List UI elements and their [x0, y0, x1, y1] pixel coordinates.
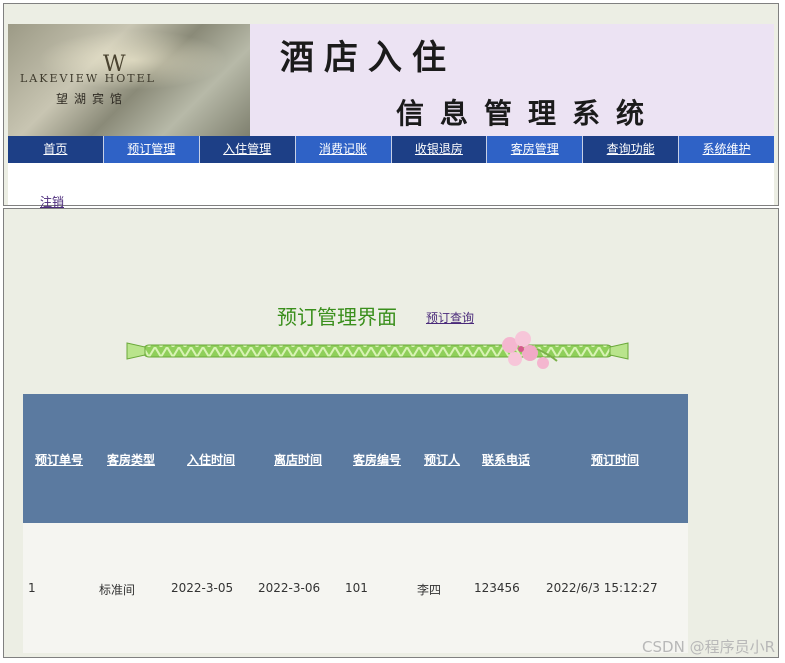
system-title-line2: 信息管理系统 — [396, 97, 661, 130]
nav-subbar: 注销 — [8, 163, 774, 209]
header-reservation-id[interactable]: 预订单号 — [35, 451, 83, 468]
main-frame: 预订管理界面 预订查询 预订单号 客房类型 入住时间 离店时间 客房编号 预订人… — [3, 208, 779, 658]
cell-checkout-time: 2022-3-06 — [258, 581, 321, 595]
hotel-photo: W LAKEVIEW HOTEL 望湖宾馆 — [8, 24, 250, 136]
cell-reservation-id: 1 — [28, 581, 36, 595]
cell-phone: 123456 — [474, 581, 520, 595]
nav-reservation[interactable]: 预订管理 — [103, 136, 200, 163]
hotel-logo-cn: 望湖宾馆 — [56, 92, 129, 106]
system-title-panel: 酒店入住 信息管理系统 — [250, 24, 774, 136]
nav-query[interactable]: 查询功能 — [583, 136, 680, 163]
header-room-number[interactable]: 客房编号 — [353, 451, 401, 468]
top-frame: W LAKEVIEW HOTEL 望湖宾馆 酒店入住 信息管理系统 首页 预订管… — [3, 3, 779, 209]
cell-room-number: 101 — [345, 581, 368, 595]
hotel-logo-en: LAKEVIEW HOTEL — [20, 72, 156, 85]
cell-checkin-time: 2022-3-05 — [171, 581, 234, 595]
header-checkin-time[interactable]: 入住时间 — [187, 451, 235, 468]
watermark: CSDN @程序员小R — [642, 638, 775, 656]
system-title-line1: 酒店入住 — [280, 38, 456, 78]
nav-rooms[interactable]: 客房管理 — [487, 136, 584, 163]
table-header: 预订单号 客房类型 入住时间 离店时间 客房编号 预订人 联系电话 预订时间 — [23, 394, 688, 523]
header-checkout-time[interactable]: 离店时间 — [274, 451, 322, 468]
decorative-divider — [126, 331, 629, 369]
cell-room-type: 标准间 — [99, 583, 136, 597]
header-phone[interactable]: 联系电话 — [482, 451, 530, 468]
reservation-query-link[interactable]: 预订查询 — [426, 309, 474, 326]
nav-consumption[interactable]: 消费记账 — [295, 136, 392, 163]
header-reservation-time[interactable]: 预订时间 — [591, 451, 639, 468]
nav-checkout[interactable]: 收银退房 — [391, 136, 488, 163]
nav-home[interactable]: 首页 — [8, 136, 104, 163]
header-room-type[interactable]: 客房类型 — [107, 451, 155, 468]
cell-guest: 李四 — [417, 583, 442, 597]
main-nav: 首页 预订管理 入住管理 消费记账 收银退房 客房管理 查询功能 系统维护 — [8, 136, 774, 163]
table-row: 1 标准间 2022-3-05 2022-3-06 101 李四 123456 … — [23, 523, 688, 653]
hotel-banner: W LAKEVIEW HOTEL 望湖宾馆 酒店入住 信息管理系统 — [8, 24, 774, 136]
header-guest[interactable]: 预订人 — [424, 451, 460, 468]
nav-checkin[interactable]: 入住管理 — [199, 136, 296, 163]
reservation-table: 预订单号 客房类型 入住时间 离店时间 客房编号 预订人 联系电话 预订时间 1… — [23, 394, 688, 653]
page-title: 预订管理界面 — [277, 305, 397, 329]
nav-system[interactable]: 系统维护 — [679, 136, 774, 163]
cell-reservation-time: 2022/6/3 15:12:27 — [546, 581, 658, 595]
